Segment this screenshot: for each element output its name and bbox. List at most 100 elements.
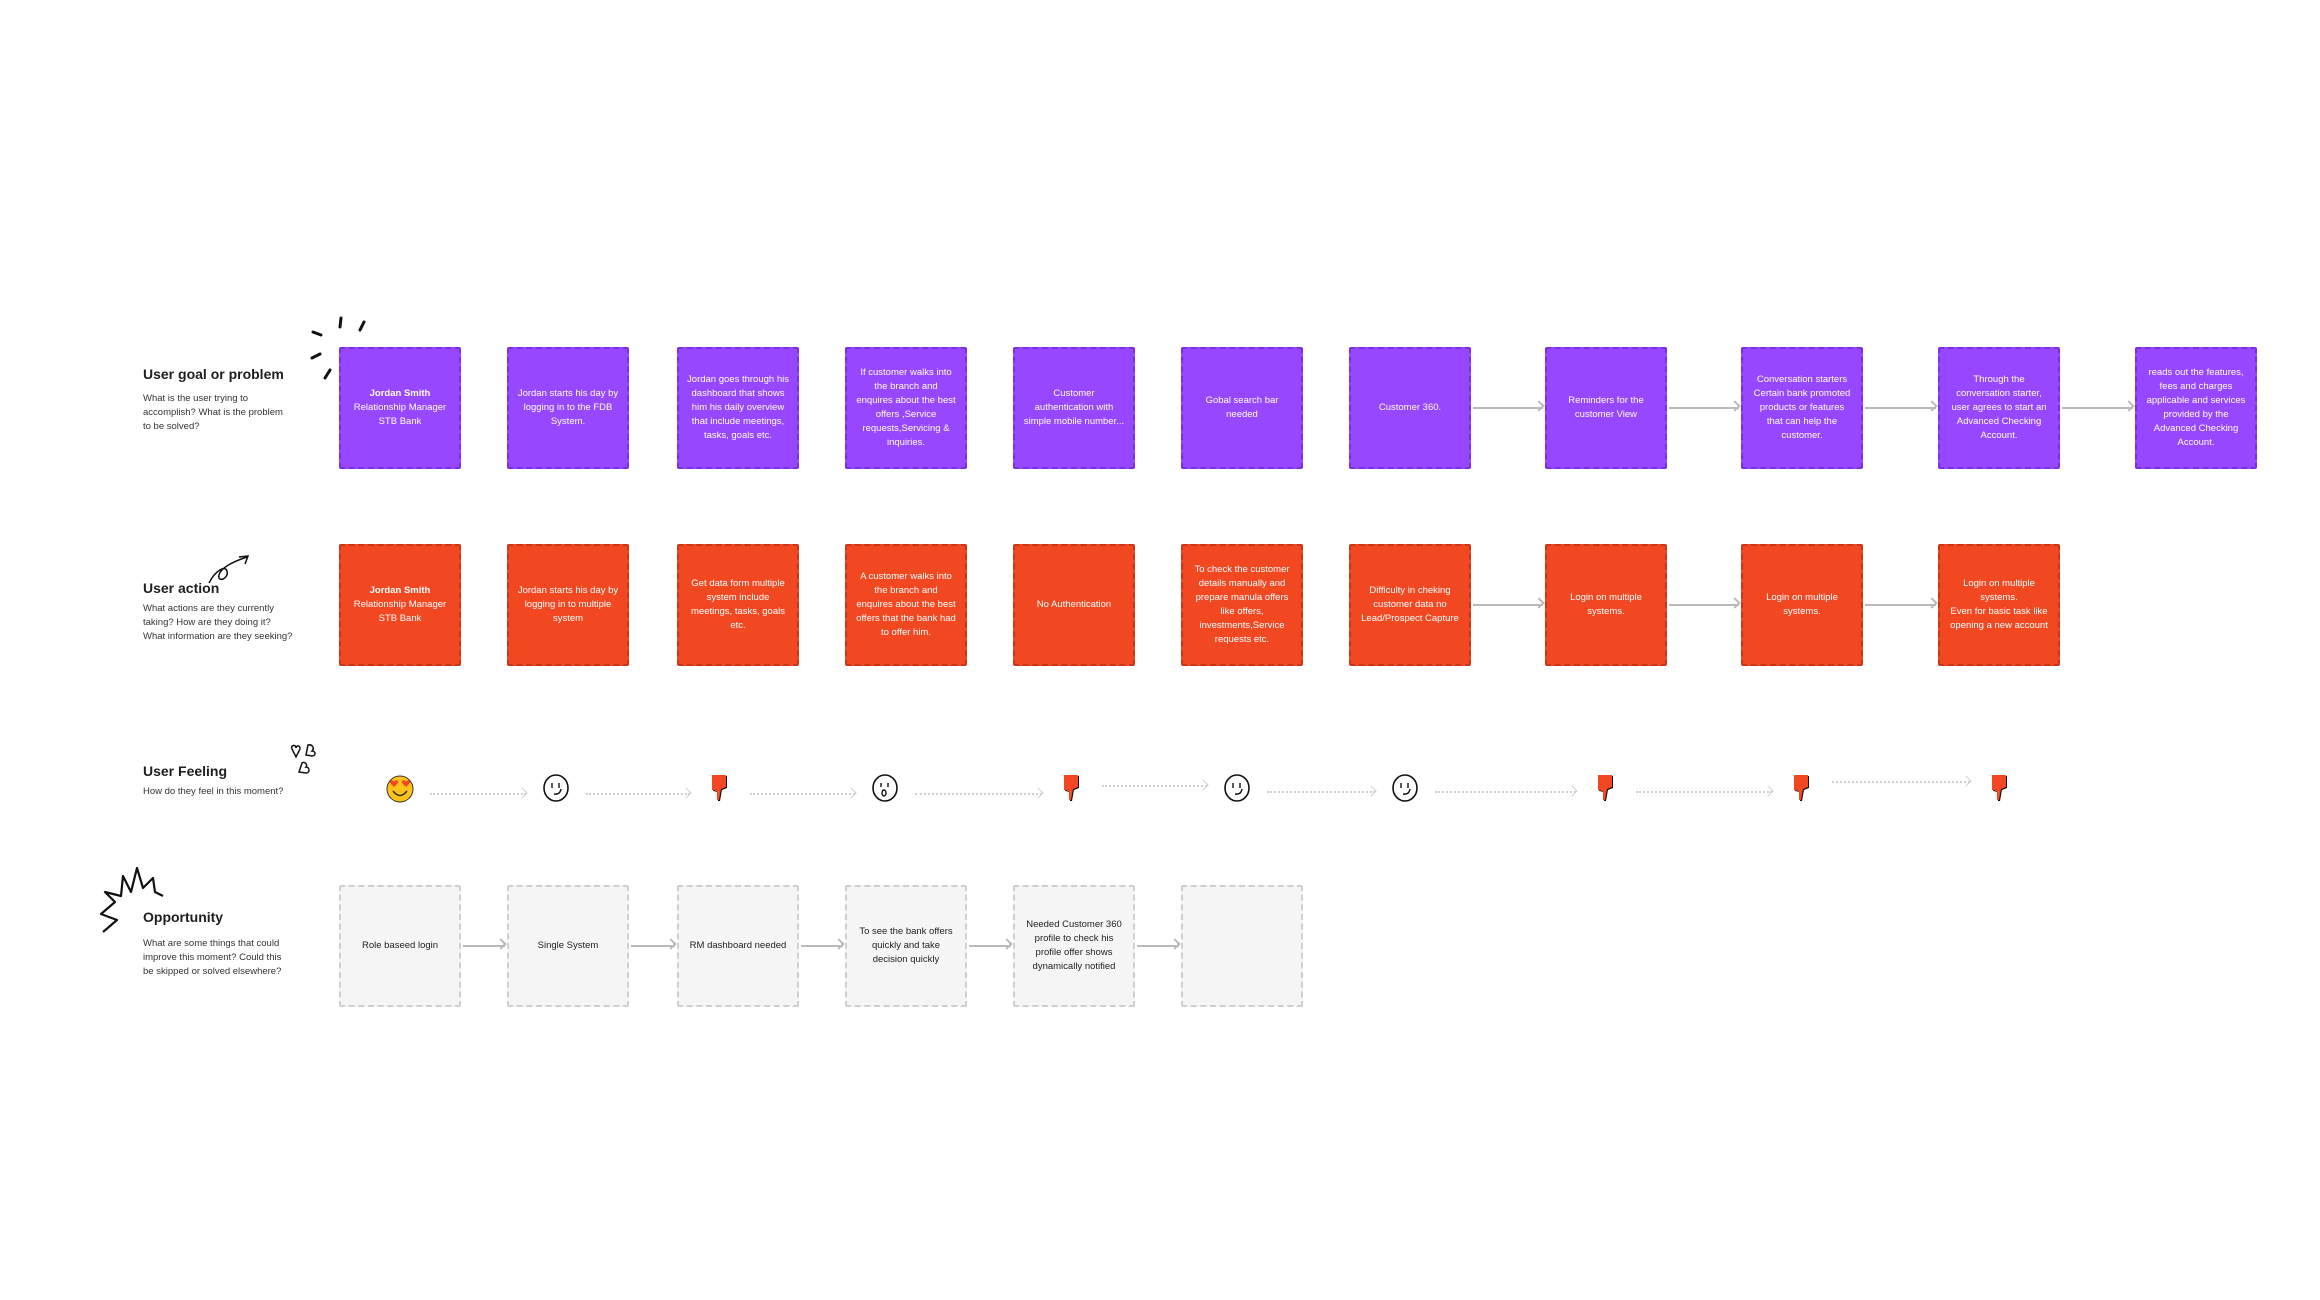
goal-card[interactable]: Reminders for the customer View — [1545, 347, 1667, 469]
goal-card[interactable]: Jordan starts his day by logging in to t… — [507, 347, 629, 469]
card-content: Jordan Smith Relationship Manager STB Ban… — [354, 387, 446, 429]
opp-card[interactable]: Role baseed login — [339, 885, 461, 1007]
card-content: RM dashboard needed — [690, 939, 787, 953]
card-content: Login on multiple systems. Even for basi… — [1948, 577, 2050, 633]
card-content: To check the customer details manually a… — [1191, 563, 1293, 647]
action-card[interactable]: Login on multiple systems. — [1545, 544, 1667, 666]
arrow-connector — [1137, 945, 1179, 947]
card-text: Conversation starters Certain bank promo… — [1753, 374, 1851, 441]
goal-card[interactable]: If customer walks into the branch and en… — [845, 347, 967, 469]
thumbs-down-icon — [1591, 773, 1621, 803]
thumbs-down-icon — [1787, 773, 1817, 803]
action-card[interactable]: No Authentication — [1013, 544, 1135, 666]
card-content: Get data form multiple system include me… — [687, 577, 789, 633]
card-text: Reminders for the customer View — [1568, 395, 1644, 420]
card-text: Relationship Manager STB Bank — [353, 599, 447, 624]
card-text: Needed Customer 360 profile to check his… — [1026, 919, 1122, 972]
row-description: How do they feel in this moment? — [143, 786, 284, 797]
arrow-connector — [463, 945, 505, 947]
row-description: What is the user trying to accomplish? W… — [143, 393, 283, 432]
opp-card[interactable]: Single System — [507, 885, 629, 1007]
row-description: What are some things that could improve … — [143, 938, 282, 977]
dotted-arrow-connector — [1435, 791, 1576, 793]
dotted-arrow-connector — [430, 793, 526, 795]
goal-card[interactable]: Customer authentication with simple mobi… — [1013, 347, 1135, 469]
card-text: Relationship Manager STB Bank — [353, 402, 447, 427]
card-content: Role baseed login — [362, 939, 438, 953]
action-card[interactable]: Jordan starts his day by logging in to m… — [507, 544, 629, 666]
goal-card[interactable]: Conversation starters Certain bank promo… — [1741, 347, 1863, 469]
card-content: To see the bank offers quickly and take … — [855, 925, 957, 967]
card-content: Difficulty in cheking customer data no L… — [1359, 584, 1461, 626]
card-content: If customer walks into the branch and en… — [855, 366, 957, 450]
card-text: Jordan starts his day by logging in to t… — [517, 388, 619, 427]
dotted-arrow-connector — [586, 793, 690, 795]
card-content: Reminders for the customer View — [1555, 394, 1657, 422]
goal-card[interactable]: reads out the features, fees and charges… — [2135, 347, 2257, 469]
card-text: To check the customer details manually a… — [1194, 564, 1290, 645]
action-card[interactable]: A customer walks into the branch and enq… — [845, 544, 967, 666]
card-text: Difficulty in cheking customer data no L… — [1361, 585, 1459, 624]
card-text: Through the conversation starter, user a… — [1951, 374, 2047, 441]
opp-card[interactable] — [1181, 885, 1303, 1007]
card-content: reads out the features, fees and charges… — [2145, 366, 2247, 450]
smile-icon — [1222, 773, 1252, 803]
card-content: Jordan starts his day by logging in to t… — [517, 387, 619, 429]
card-text: Jordan goes through his dashboard that s… — [687, 374, 789, 441]
card-content: Through the conversation starter, user a… — [1948, 373, 2050, 443]
opp-card[interactable]: Needed Customer 360 profile to check his… — [1013, 885, 1135, 1007]
row-label-feeling: User Feeling How do they feel in this mo… — [143, 763, 293, 799]
action-card[interactable]: Difficulty in cheking customer data no L… — [1349, 544, 1471, 666]
goal-card[interactable]: Customer 360. — [1349, 347, 1471, 469]
row-label-goal: User goal or problem What is the user tr… — [143, 366, 293, 434]
card-content: Single System — [538, 939, 599, 953]
smile-icon — [541, 773, 571, 803]
row-title: User Feeling — [143, 763, 228, 779]
card-text: Customer authentication with simple mobi… — [1023, 388, 1125, 427]
arrow-connector — [969, 945, 1011, 947]
dotted-arrow-connector — [1102, 785, 1207, 787]
arrow-connector — [2062, 407, 2133, 409]
action-card[interactable]: Login on multiple systems. Even for basi… — [1938, 544, 2060, 666]
arrow-connector — [1669, 407, 1739, 409]
dotted-arrow-connector — [1267, 791, 1375, 793]
card-text: Get data form multiple system include me… — [691, 578, 785, 631]
opp-card[interactable]: To see the bank offers quickly and take … — [845, 885, 967, 1007]
card-content: Conversation starters Certain bank promo… — [1751, 373, 1853, 443]
surprised-icon — [870, 773, 900, 803]
card-content: Jordan starts his day by logging in to m… — [517, 584, 619, 626]
card-text: Role baseed login — [361, 940, 439, 951]
arrow-doodle-icon — [208, 555, 250, 584]
card-title: Jordan Smith — [369, 388, 431, 399]
arrow-connector — [1865, 604, 1936, 606]
card-text: No Authentication — [1036, 599, 1112, 610]
card-content: Login on multiple systems. — [1751, 591, 1853, 619]
card-text: Gobal search bar needed — [1205, 395, 1279, 420]
card-text: reads out the features, fees and charges… — [2146, 367, 2246, 448]
card-content: Gobal search bar needed — [1191, 394, 1293, 422]
card-content: Jordan Smith Relationship Manager STB Ban… — [354, 584, 446, 626]
thumbs-down-icon — [1057, 773, 1087, 803]
arrow-connector — [1473, 407, 1543, 409]
row-label-action: User action What actions are they curren… — [143, 580, 293, 644]
goal-card[interactable]: Jordan Smith Relationship Manager STB Ban… — [339, 347, 461, 469]
goal-card[interactable]: Through the conversation starter, user a… — [1938, 347, 2060, 469]
goal-card[interactable]: Jordan goes through his dashboard that s… — [677, 347, 799, 469]
arrow-connector — [1865, 407, 1936, 409]
row-description: What actions are they currently taking? … — [143, 603, 293, 642]
row-title: User goal or problem — [143, 366, 284, 382]
card-content: No Authentication — [1037, 598, 1111, 612]
goal-card[interactable]: Gobal search bar needed — [1181, 347, 1303, 469]
card-text: Single System — [537, 940, 599, 951]
action-card[interactable]: Get data form multiple system include me… — [677, 544, 799, 666]
action-card[interactable]: Login on multiple systems. — [1741, 544, 1863, 666]
dotted-arrow-connector — [1636, 791, 1772, 793]
action-card[interactable]: Jordan Smith Relationship Manager STB Ban… — [339, 544, 461, 666]
card-content: A customer walks into the branch and enq… — [855, 570, 957, 640]
action-card[interactable]: To check the customer details manually a… — [1181, 544, 1303, 666]
card-text: Login on multiple systems. — [1766, 592, 1838, 617]
card-title: Jordan Smith — [369, 585, 431, 596]
opp-card[interactable]: RM dashboard needed — [677, 885, 799, 1007]
card-text: Jordan starts his day by logging in to m… — [517, 585, 619, 624]
dotted-arrow-connector — [1832, 781, 1970, 783]
